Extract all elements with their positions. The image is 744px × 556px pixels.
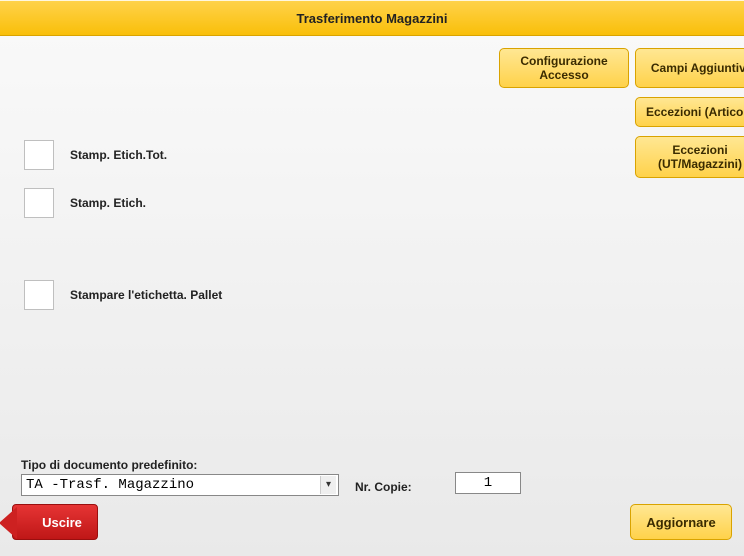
exceptions-utmag-label: Eccezioni (UT/Magazzini) bbox=[640, 143, 744, 172]
copies-input[interactable]: 1 bbox=[455, 472, 521, 494]
copies-label: Nr. Copie: bbox=[355, 480, 412, 494]
stamp-etich-checkbox[interactable] bbox=[24, 188, 54, 218]
exceptions-articles-button[interactable]: Eccezioni (Articoli) bbox=[635, 97, 744, 127]
config-access-button[interactable]: Configurazione Accesso bbox=[499, 48, 629, 88]
chevron-down-icon: ▾ bbox=[320, 476, 336, 494]
update-label: Aggiornare bbox=[646, 515, 715, 530]
doc-type-select[interactable]: TA -Trasf. Magazzino ▾ bbox=[21, 474, 339, 496]
stamp-pallet-checkbox[interactable] bbox=[24, 280, 54, 310]
checkbox-row-stamp-etich: Stamp. Etich. bbox=[24, 188, 146, 218]
config-access-label: Configurazione Accesso bbox=[504, 54, 624, 83]
doc-type-value: TA -Trasf. Magazzino bbox=[26, 477, 194, 493]
stamp-tot-checkbox[interactable] bbox=[24, 140, 54, 170]
extra-fields-button[interactable]: Campi Aggiuntivi bbox=[635, 48, 744, 88]
extra-fields-label: Campi Aggiuntivi bbox=[651, 61, 744, 75]
exceptions-articles-label: Eccezioni (Articoli) bbox=[646, 105, 744, 119]
title-bar: Trasferimento Magazzini bbox=[0, 0, 744, 36]
exceptions-utmag-button[interactable]: Eccezioni (UT/Magazzini) bbox=[635, 136, 744, 178]
doc-type-label: Tipo di documento predefinito: bbox=[21, 458, 197, 472]
stamp-etich-label: Stamp. Etich. bbox=[70, 196, 146, 210]
checkbox-row-stamp-tot: Stamp. Etich.Tot. bbox=[24, 140, 167, 170]
update-button[interactable]: Aggiornare bbox=[630, 504, 732, 540]
checkbox-row-stamp-pallet: Stampare l'etichetta. Pallet bbox=[24, 280, 222, 310]
exit-label: Uscire bbox=[42, 515, 82, 530]
exit-button[interactable]: Uscire bbox=[12, 504, 98, 540]
stamp-tot-label: Stamp. Etich.Tot. bbox=[70, 148, 167, 162]
stamp-pallet-label: Stampare l'etichetta. Pallet bbox=[70, 288, 222, 302]
copies-value: 1 bbox=[484, 475, 492, 491]
window-title: Trasferimento Magazzini bbox=[297, 11, 448, 26]
